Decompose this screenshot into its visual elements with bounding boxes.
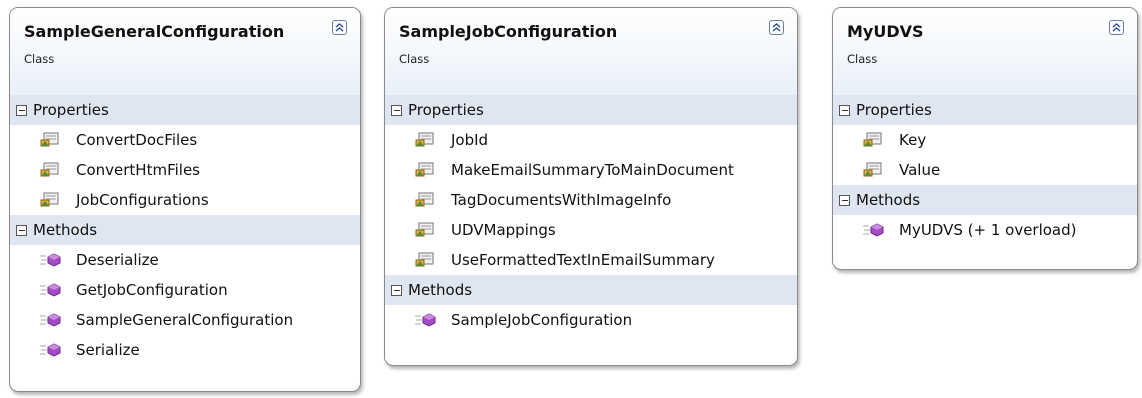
minus-expander-icon[interactable]: [391, 284, 402, 296]
property-name: MakeEmailSummaryToMainDocument: [451, 161, 734, 179]
class-stereotype: Class: [847, 52, 878, 66]
property-name: UseFormattedTextInEmailSummary: [451, 251, 715, 269]
class-header: SampleJobConfiguration Class: [385, 8, 797, 95]
method-icon: [40, 283, 62, 297]
section-label: Methods: [408, 281, 473, 299]
method-icon: [40, 253, 62, 267]
class-stereotype: Class: [399, 52, 430, 66]
class-box: MyUDVS Class Properties Key Value Methods M…: [832, 7, 1138, 270]
property-icon: [40, 192, 60, 208]
class-box: SampleGeneralConfiguration Class Propertie…: [9, 7, 361, 392]
properties-section-header[interactable]: Properties: [385, 95, 797, 125]
property-item[interactable]: ConvertDocFiles: [10, 125, 360, 155]
property-item[interactable]: JobConfigurations: [10, 185, 360, 215]
methods-section-header[interactable]: Methods: [385, 275, 797, 305]
class-box: SampleJobConfiguration Class Properties Jo…: [384, 7, 798, 366]
minus-expander-icon[interactable]: [839, 104, 850, 116]
class-header: MyUDVS Class: [833, 8, 1137, 95]
class-name: MyUDVS: [847, 22, 924, 41]
methods-section-header[interactable]: Methods: [833, 185, 1137, 215]
minus-expander-icon[interactable]: [839, 194, 850, 206]
property-icon: [415, 162, 435, 178]
property-name: JobConfigurations: [76, 191, 209, 209]
class-name: SampleGeneralConfiguration: [24, 22, 285, 41]
method-name: Deserialize: [76, 251, 159, 269]
property-name: UDVMappings: [451, 221, 556, 239]
method-name: MyUDVS (+ 1 overload): [899, 221, 1077, 239]
property-name: JobId: [451, 131, 489, 149]
class-stereotype: Class: [24, 52, 55, 66]
minus-expander-icon[interactable]: [16, 224, 27, 236]
property-icon: [863, 162, 883, 178]
property-name: ConvertHtmFiles: [76, 161, 200, 179]
method-item[interactable]: Deserialize: [10, 245, 360, 275]
minus-expander-icon[interactable]: [391, 104, 402, 116]
property-icon: [415, 222, 435, 238]
property-icon: [415, 132, 435, 148]
property-name: TagDocumentsWithImageInfo: [451, 191, 672, 209]
property-icon: [415, 252, 435, 268]
collapse-button[interactable]: [769, 20, 784, 35]
property-item[interactable]: JobId: [385, 125, 797, 155]
method-name: SampleJobConfiguration: [451, 311, 633, 329]
method-icon: [415, 313, 437, 327]
property-item[interactable]: UDVMappings: [385, 215, 797, 245]
method-name: GetJobConfiguration: [76, 281, 228, 299]
method-item[interactable]: Serialize: [10, 335, 360, 365]
properties-section-header[interactable]: Properties: [833, 95, 1137, 125]
method-icon: [40, 313, 62, 327]
method-item[interactable]: SampleJobConfiguration: [385, 305, 797, 335]
property-item[interactable]: Value: [833, 155, 1137, 185]
section-label: Properties: [856, 101, 932, 119]
property-icon: [863, 132, 883, 148]
collapse-button[interactable]: [332, 20, 347, 35]
collapse-button[interactable]: [1109, 20, 1124, 35]
method-icon: [40, 343, 62, 357]
section-label: Properties: [33, 101, 109, 119]
class-name: SampleJobConfiguration: [399, 22, 618, 41]
section-label: Methods: [856, 191, 921, 209]
property-icon: [40, 132, 60, 148]
section-label: Methods: [33, 221, 98, 239]
property-name: Value: [899, 161, 941, 179]
properties-section-header[interactable]: Properties: [10, 95, 360, 125]
method-item[interactable]: MyUDVS (+ 1 overload): [833, 215, 1137, 245]
property-item[interactable]: ConvertHtmFiles: [10, 155, 360, 185]
property-item[interactable]: TagDocumentsWithImageInfo: [385, 185, 797, 215]
method-icon: [863, 223, 885, 237]
methods-section-header[interactable]: Methods: [10, 215, 360, 245]
method-name: SampleGeneralConfiguration: [76, 311, 294, 329]
property-name: Key: [899, 131, 927, 149]
property-name: ConvertDocFiles: [76, 131, 198, 149]
section-label: Properties: [408, 101, 484, 119]
property-item[interactable]: Key: [833, 125, 1137, 155]
method-item[interactable]: GetJobConfiguration: [10, 275, 360, 305]
minus-expander-icon[interactable]: [16, 104, 27, 116]
method-name: Serialize: [76, 341, 140, 359]
property-item[interactable]: UseFormattedTextInEmailSummary: [385, 245, 797, 275]
property-icon: [40, 162, 60, 178]
property-icon: [415, 192, 435, 208]
property-item[interactable]: MakeEmailSummaryToMainDocument: [385, 155, 797, 185]
method-item[interactable]: SampleGeneralConfiguration: [10, 305, 360, 335]
class-header: SampleGeneralConfiguration Class: [10, 8, 360, 95]
